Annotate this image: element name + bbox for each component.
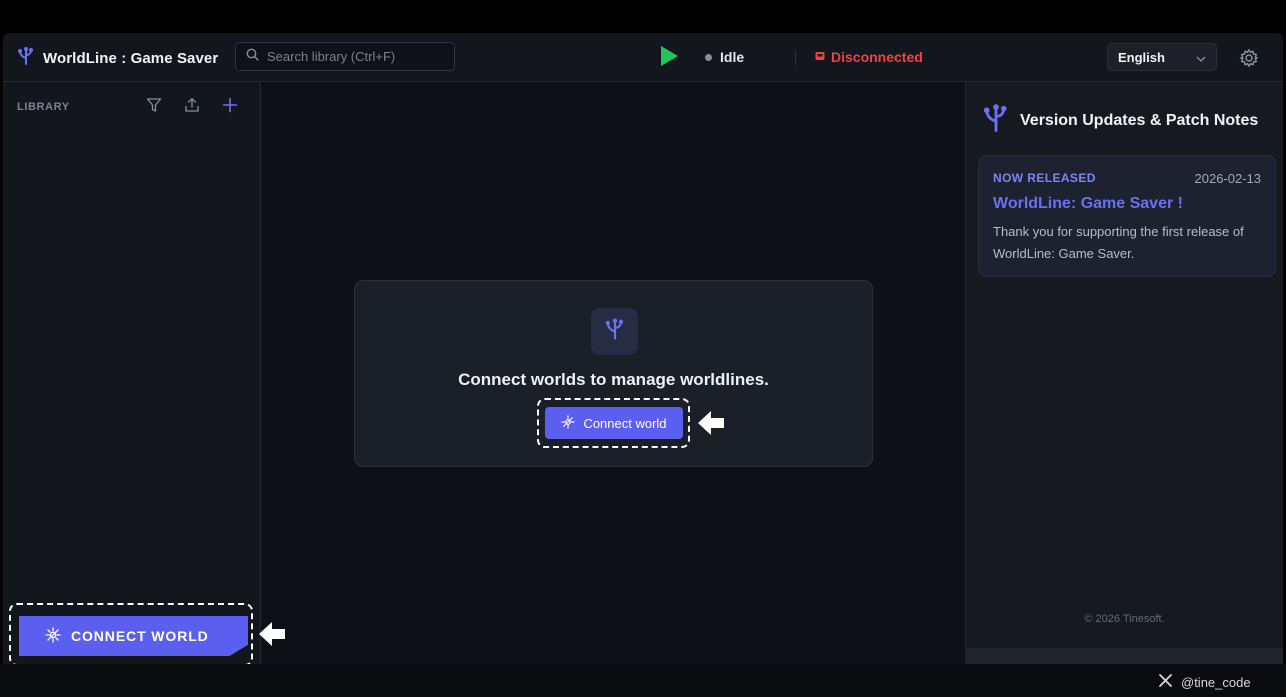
divider [795,50,796,65]
play-icon [659,45,679,72]
plus-icon [222,97,238,118]
release-tag: NOW RELEASED [993,171,1096,185]
add-button[interactable] [221,97,239,118]
connect-icon [561,414,576,432]
release-note-card[interactable]: NOW RELEASED 2026-02-13 WorldLine: Game … [978,155,1276,277]
patch-notes-header: Version Updates & Patch Notes [982,102,1258,139]
arrow-left-icon [258,621,286,647]
empty-state-card: Connect worlds to manage worldlines. Con… [354,280,873,467]
language-selected: English [1118,49,1165,65]
app-window: WorldLine : Game Saver Idle Disconnected [3,33,1283,664]
connect-world-highlight-small: Connect world [537,398,690,448]
search-input[interactable] [267,49,437,64]
top-bar: WorldLine : Game Saver Idle Disconnected [3,33,1283,82]
creator-handle[interactable]: @tine_code [1158,673,1251,691]
panel-footer-strip [965,648,1283,664]
library-toolbar [145,97,239,118]
language-select[interactable]: English [1107,43,1217,71]
library-heading: LIBRARY [17,101,70,113]
filter-icon [146,97,162,118]
patch-notes-title: Version Updates & Patch Notes [1020,111,1259,129]
run-status-label: Idle [720,49,745,65]
card-logo [591,308,638,355]
settings-button[interactable] [1239,48,1259,68]
run-status: Idle [705,49,744,65]
chevron-down-icon [1196,50,1206,65]
worldline-logo-icon [982,102,1010,139]
connection-status-label: Disconnected [831,49,923,65]
connect-icon [45,626,61,646]
play-button[interactable] [658,45,680,72]
connection-status: Disconnected [814,49,923,65]
upload-icon [184,97,200,118]
worldline-logo-icon [604,317,626,346]
filter-button[interactable] [145,97,163,118]
connect-world-button-large[interactable]: CONNECT WORLD [19,616,248,656]
app-title: WorldLine : Game Saver [43,50,219,67]
connect-world-highlight: CONNECT WORLD [9,603,253,664]
connect-world-large-label: CONNECT WORLD [71,628,209,644]
release-title: WorldLine: Game Saver ! [993,195,1183,212]
gear-icon [1239,48,1259,72]
search-box[interactable] [235,42,455,71]
disconnected-icon [814,49,826,65]
patch-notes-panel: Version Updates & Patch Notes NOW RELEAS… [965,82,1283,648]
release-body: Thank you for supporting the first relea… [993,224,1244,261]
connect-world-button[interactable]: Connect world [545,407,683,439]
x-logo-icon [1158,673,1173,691]
worldline-logo-icon [17,46,35,71]
arrow-left-icon [697,410,725,436]
release-date: 2026-02-13 [1194,171,1262,186]
search-icon [246,48,259,66]
brand: WorldLine : Game Saver [17,46,218,71]
export-button[interactable] [183,97,201,118]
status-dot-icon [705,53,712,61]
library-sidebar: LIBRARY CONNECT WORLD [3,82,261,664]
main-content: Connect worlds to manage worldlines. Con… [261,82,965,664]
empty-state-title: Connect worlds to manage worldlines. [458,370,769,389]
bottom-bar: @tine_code [0,664,1286,697]
creator-handle-label: @tine_code [1181,674,1251,690]
copyright: © 2026 Tinesoft. [1084,613,1165,625]
connect-world-label: Connect world [583,415,667,431]
